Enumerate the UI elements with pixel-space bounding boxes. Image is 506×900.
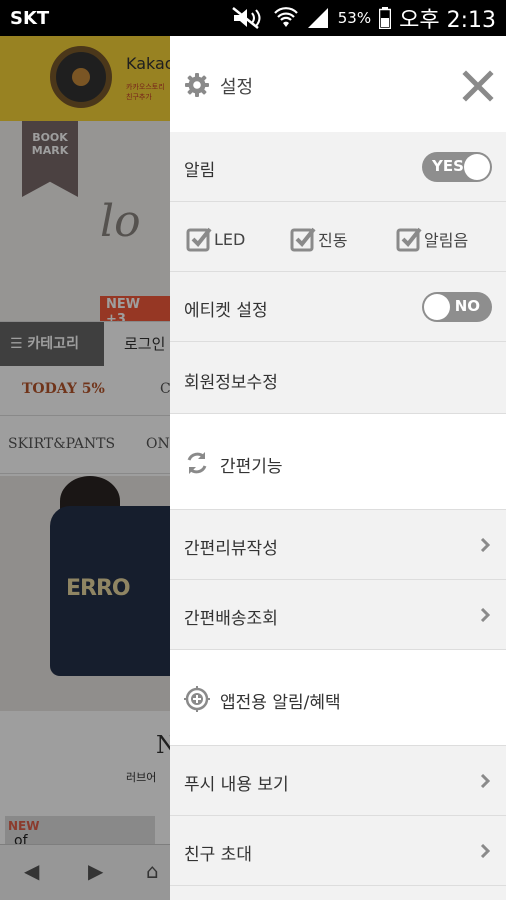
easy-section-header: 간편기능: [170, 414, 506, 510]
easy-delivery-row[interactable]: 간편배송조회: [170, 580, 506, 650]
signal-icon: [306, 7, 330, 29]
battery-percent: 53%: [337, 9, 372, 27]
toggle-knob: [424, 294, 450, 320]
easy-delivery-label: 간편배송조회: [184, 609, 278, 629]
etiquette-toggle-label: NO: [454, 297, 480, 315]
chevron-right-icon: [480, 774, 491, 788]
chevron-right-icon: [480, 538, 491, 552]
target-plus-icon: [184, 686, 210, 712]
dim-overlay[interactable]: [0, 36, 170, 900]
close-icon[interactable]: [460, 68, 496, 104]
toggle-knob: [464, 154, 490, 180]
invite-label: 친구 초대: [184, 845, 252, 865]
notification-row: 알림 YES: [170, 132, 506, 202]
clock: 오후 2:13: [399, 8, 496, 33]
etiquette-label: 에티켓 설정: [184, 301, 268, 321]
vibration-checkbox[interactable]: 진동: [290, 226, 347, 252]
drawer-title: 설정: [220, 77, 254, 98]
carrier-name: SKT: [10, 8, 50, 29]
invite-row[interactable]: 친구 초대: [170, 816, 506, 886]
drawer-header: 설정: [170, 36, 506, 132]
status-icons: 53% 오후 2:13: [231, 3, 496, 33]
sound-checkbox[interactable]: 알림음: [396, 226, 468, 252]
notification-label: 알림: [184, 161, 216, 181]
battery-icon: [379, 7, 392, 29]
status-bar: SKT 53% 오후 2:13: [0, 0, 506, 36]
alert-options-row: LED 진동 알림음: [170, 202, 506, 272]
led-checkbox[interactable]: LED: [186, 226, 245, 252]
gear-icon: [185, 73, 209, 97]
push-view-row[interactable]: 푸시 내용 보기: [170, 746, 506, 816]
app-section-header: 앱전용 알림/혜택: [170, 650, 506, 746]
notification-toggle-label: YES: [432, 157, 464, 175]
wifi-icon: [273, 7, 298, 29]
app-section-label: 앱전용 알림/혜택: [220, 693, 341, 713]
easy-section-label: 간편기능: [220, 457, 283, 477]
notification-toggle[interactable]: YES: [422, 152, 492, 182]
easy-review-row[interactable]: 간편리뷰작성: [170, 510, 506, 580]
checkbox-checked-icon: [186, 227, 212, 252]
member-edit-row[interactable]: 회원정보수정: [170, 342, 506, 414]
checkbox-checked-icon: [290, 227, 316, 252]
etiquette-toggle[interactable]: NO: [422, 292, 492, 322]
push-view-label: 푸시 내용 보기: [184, 775, 289, 795]
chevron-right-icon: [480, 844, 491, 858]
member-edit-label: 회원정보수정: [184, 373, 278, 393]
settings-drawer: 설정 알림 YES LED 진동 알림음 에티켓 설정 NO 회원정보수정 간편…: [170, 36, 506, 900]
led-label: LED: [214, 229, 246, 249]
etiquette-row: 에티켓 설정 NO: [170, 272, 506, 342]
refresh-icon: [187, 452, 207, 474]
easy-review-label: 간편리뷰작성: [184, 539, 278, 559]
vibration-label: 진동: [318, 231, 348, 250]
sound-label: 알림음: [424, 231, 469, 250]
chevron-right-icon: [480, 608, 491, 622]
mute-icon: [231, 7, 266, 29]
checkbox-checked-icon: [396, 227, 422, 252]
